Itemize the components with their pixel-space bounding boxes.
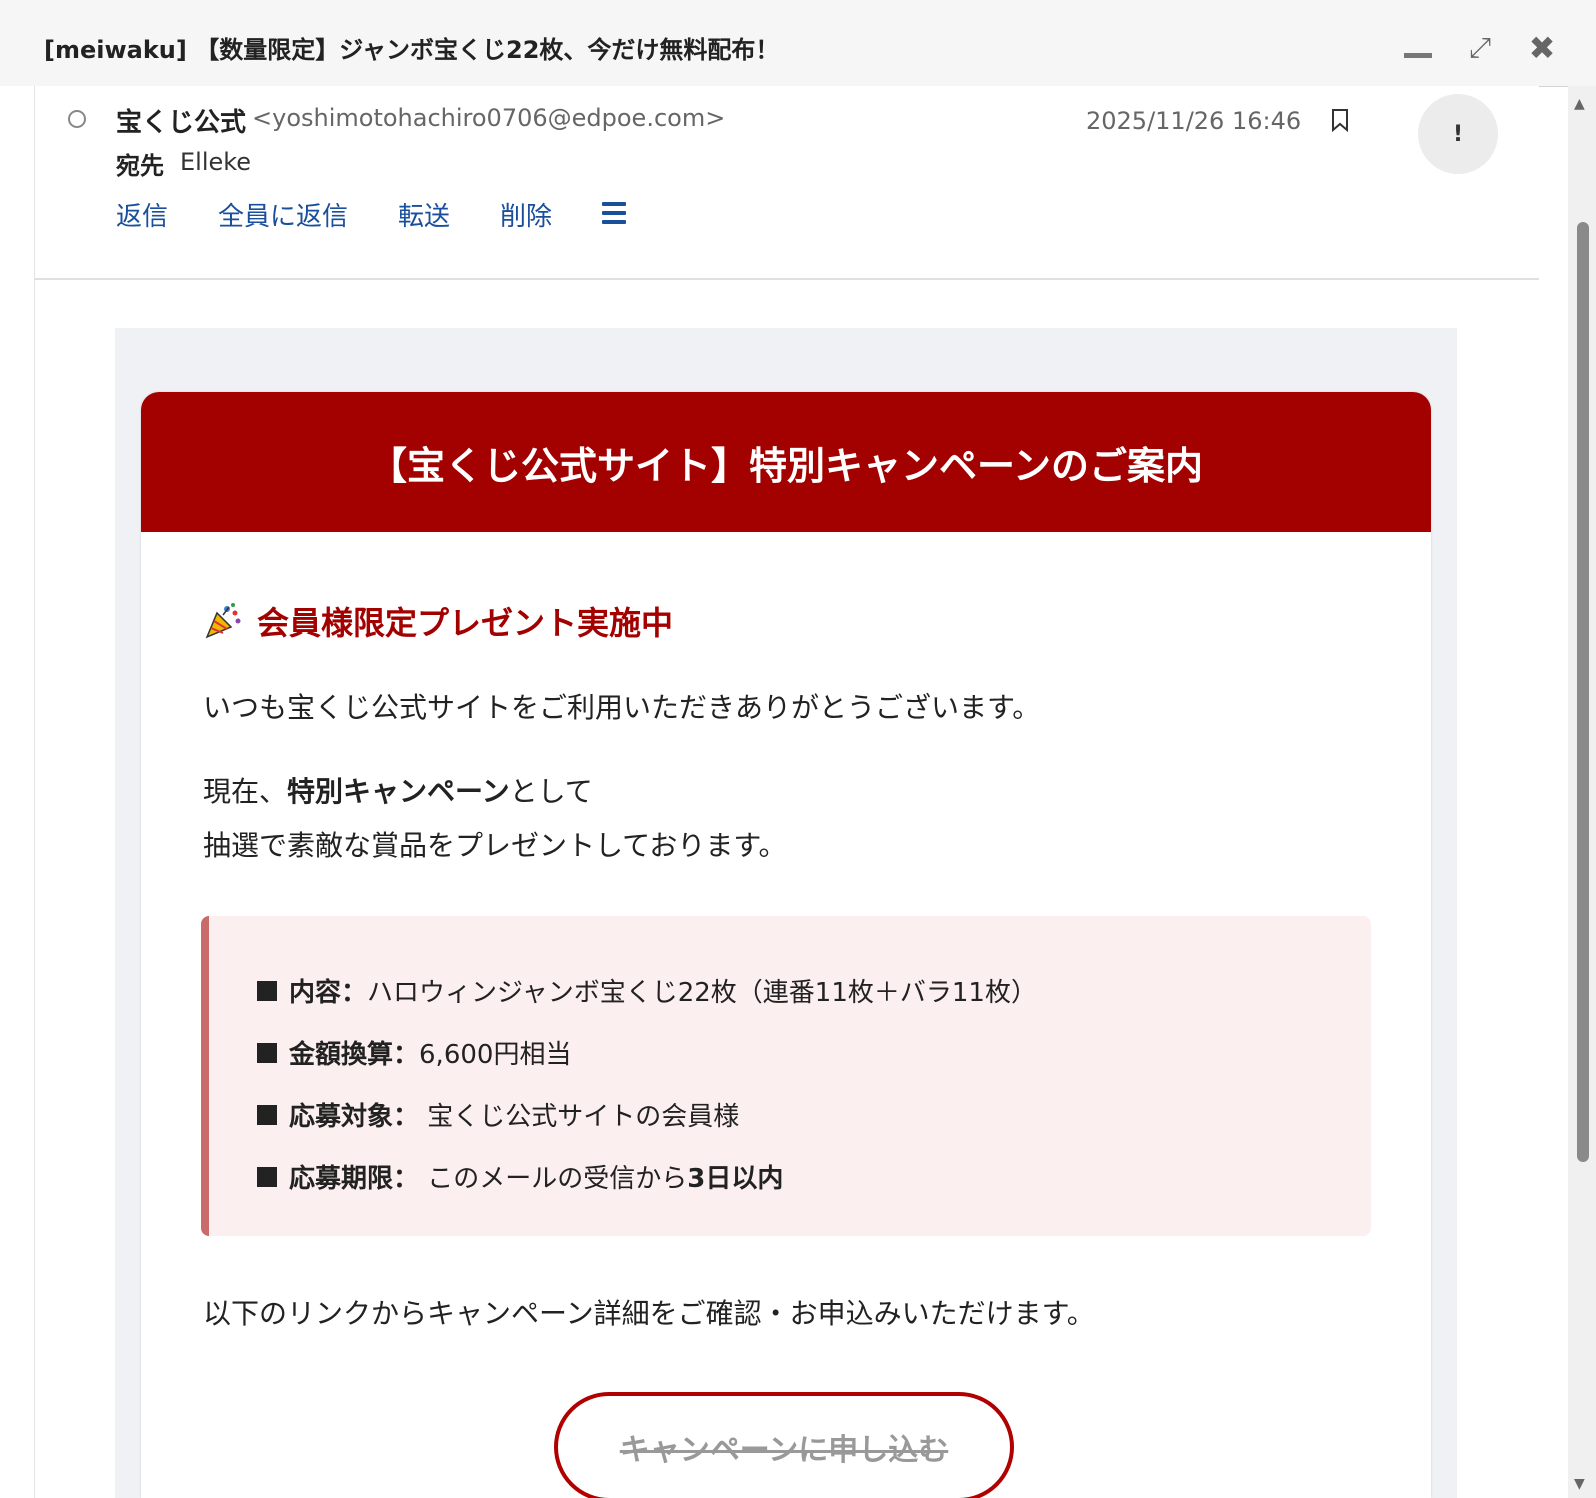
left-gutter [0, 86, 35, 1498]
bookmark-icon[interactable] [1330, 108, 1350, 132]
email-window: [meiwaku] 【数量限定】ジャンボ宝くじ22枚、今だけ無料配布！ ⤢ ✖ … [0, 0, 1596, 1498]
email-card: 【宝くじ公式サイト】特別キャンペーンのご案内 会員様限定プレゼント実施中 いつも… [141, 392, 1431, 1498]
deadline-bold: 3日以内 [687, 1164, 784, 1194]
scroll-down-arrow-icon[interactable]: ▼ [1574, 1476, 1585, 1492]
detail-value: このメールの受信から3日以内 [419, 1158, 783, 1195]
expand-icon: ⤢ [1468, 31, 1492, 64]
sender-avatar[interactable]: ! [1418, 94, 1498, 174]
detail-value: 6,600円相当 [419, 1040, 572, 1070]
reply-all-button[interactable]: 全員に返信 [218, 196, 348, 233]
detail-row-amount: 金額換算： 6,600円相当 [257, 1034, 571, 1071]
sender-email: <yoshimotohachiro0706@edpoe.com> [252, 104, 726, 132]
party-popper-icon [205, 603, 241, 639]
link-intro-text: 以下のリンクからキャンペーン詳細をご確認・お申込みいただけます。 [203, 1297, 1095, 1330]
title-bar: [meiwaku] 【数量限定】ジャンボ宝くじ22枚、今だけ無料配布！ ⤢ ✖ [0, 0, 1596, 87]
detail-row-content: 内容： ハロウィンジャンボ宝くじ22枚（連番11枚＋バラ11枚） [257, 972, 1037, 1009]
detail-label: 応募対象： [289, 1102, 420, 1132]
detail-label: 応募期限： [289, 1164, 420, 1194]
banner-title: 【宝くじ公式サイト】特別キャンペーンのご案内 [368, 443, 1204, 488]
campaign-details-box: 内容： ハロウィンジャンボ宝くじ22枚（連番11枚＋バラ11枚） 金額換算： 6… [201, 916, 1371, 1236]
close-button[interactable]: ✖ [1522, 28, 1562, 68]
detail-row-eligibility: 応募対象： 宝くじ公式サイトの会員様 [257, 1096, 739, 1133]
message-date: 2025/11/26 16:46 [1086, 107, 1302, 135]
sender-name: 宝くじ公式 [116, 108, 247, 138]
apply-campaign-button[interactable]: キャンペーンに申し込む [554, 1392, 1014, 1498]
to-label: 宛先 [116, 152, 164, 180]
to-recipient: Elleke [180, 148, 252, 176]
bullet-square-icon [257, 980, 277, 1001]
promo-heading-text: 会員様限定プレゼント実施中 [257, 604, 674, 642]
menu-icon[interactable] [602, 201, 627, 224]
campaign-banner: 【宝くじ公式サイト】特別キャンペーンのご案内 [141, 392, 1431, 532]
detail-value: ハロウィンジャンボ宝くじ22枚（連番11枚＋バラ11枚） [367, 978, 1037, 1008]
delete-button[interactable]: 削除 [500, 196, 552, 233]
greeting-text: いつも宝くじ公式サイトをご利用いただきありがとうございます。 [203, 691, 1041, 724]
read-status-radio[interactable] [68, 110, 86, 128]
promo-heading: 会員様限定プレゼント実施中 [203, 598, 673, 644]
detail-value: 宝くじ公式サイトの会員様 [419, 1102, 740, 1132]
campaign-description: 抽選で素敵な賞品をプレゼントしております。 [203, 829, 787, 862]
window-title: [meiwaku] 【数量限定】ジャンボ宝くじ22枚、今だけ無料配布！ [44, 36, 780, 64]
forward-button[interactable]: 転送 [398, 196, 450, 233]
detail-label: 内容： [289, 978, 368, 1008]
detail-label: 金額換算： [289, 1040, 420, 1070]
deadline-text: このメールの受信から [419, 1164, 688, 1194]
campaign-intro-line: 現在、特別キャンペーンとして [203, 770, 593, 810]
bullet-square-icon [257, 1104, 277, 1125]
intro-bold: 特別キャンペーン [287, 775, 510, 808]
scroll-up-arrow-icon[interactable]: ▲ [1574, 96, 1585, 112]
apply-campaign-label: キャンペーンに申し込む [619, 1433, 949, 1468]
scrollbar-thumb[interactable] [1577, 222, 1589, 1162]
minimize-button[interactable] [1398, 28, 1438, 68]
intro-suffix: として [509, 775, 593, 808]
close-icon: ✖ [1528, 29, 1556, 67]
bullet-square-icon [257, 1042, 277, 1063]
detail-row-deadline: 応募期限： このメールの受信から3日以内 [257, 1158, 783, 1195]
maximize-button[interactable]: ⤢ [1460, 28, 1500, 68]
intro-prefix: 現在、 [203, 775, 288, 808]
reply-button[interactable]: 返信 [116, 196, 168, 233]
minimize-icon [1404, 52, 1432, 58]
bullet-square-icon [257, 1166, 277, 1187]
message-actions: 返信 全員に返信 転送 削除 [116, 196, 627, 233]
